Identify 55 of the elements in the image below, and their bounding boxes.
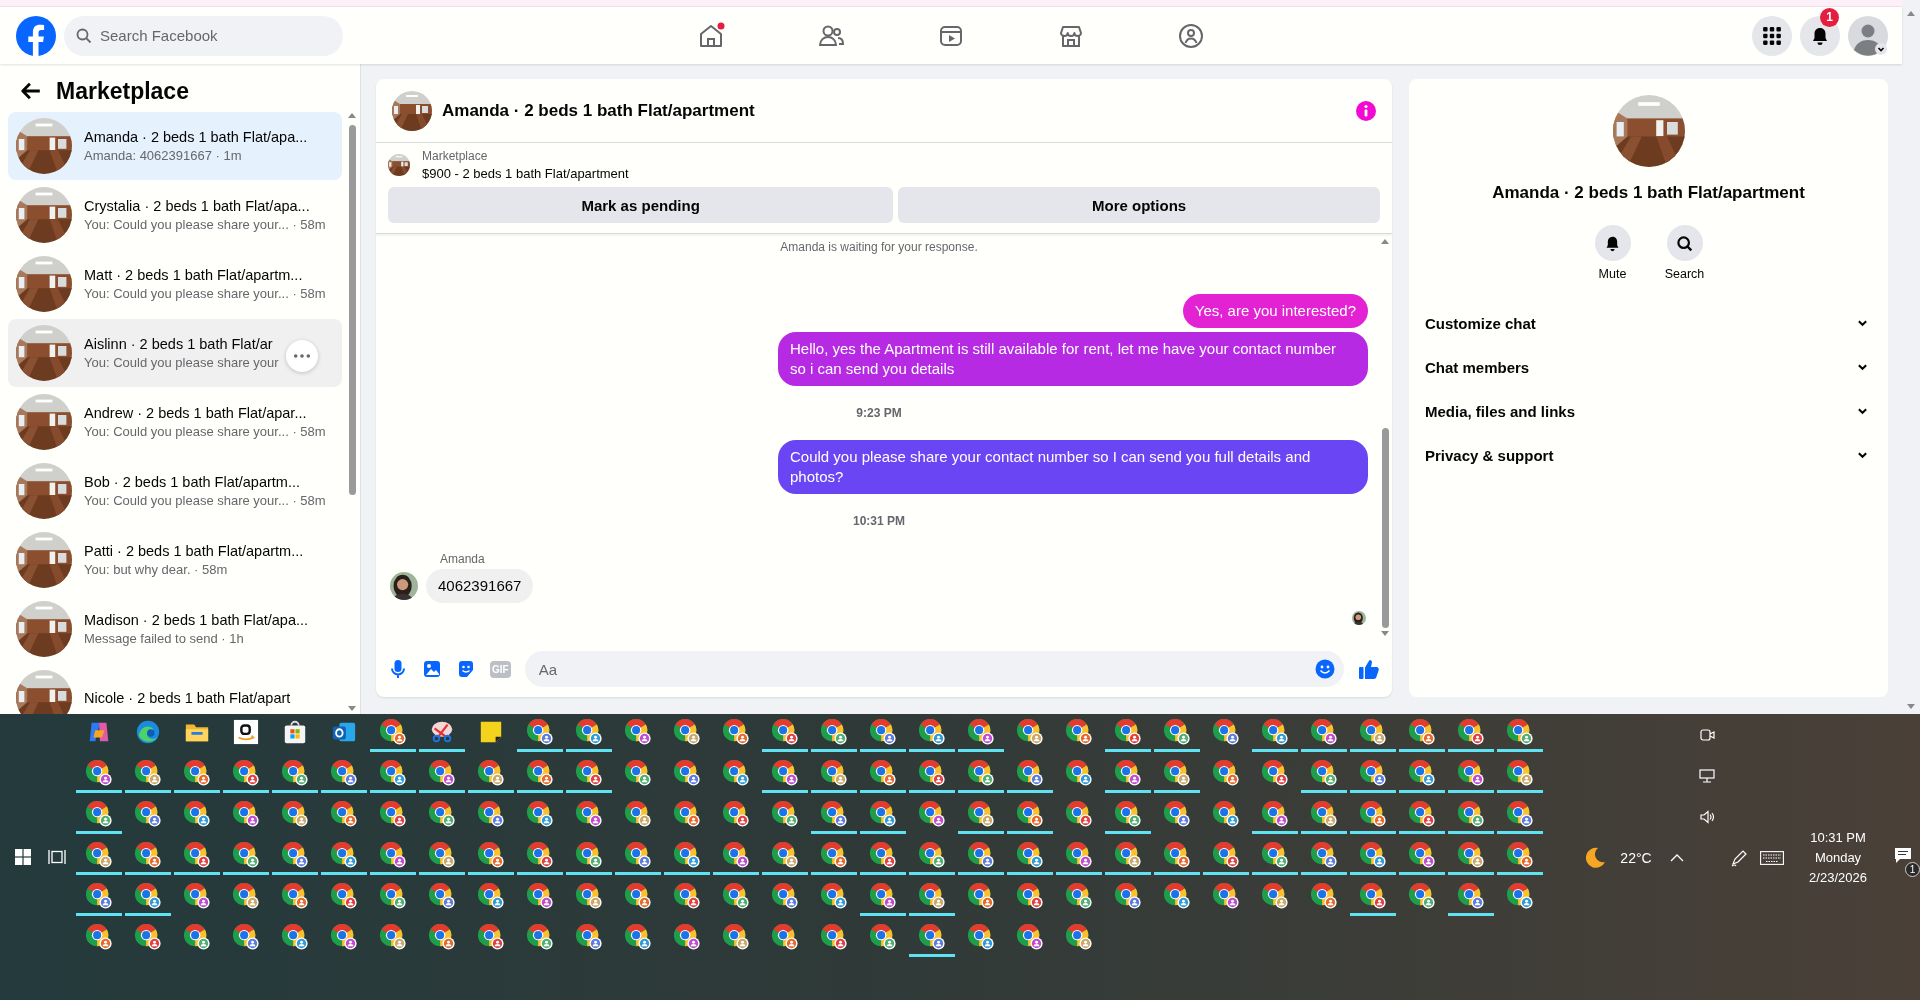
received-message: 4062391667 [426, 569, 534, 603]
conversation-item[interactable]: Amanda · 2 beds 1 bath Flat/apa... Amanda: 4062391667 · 1m [8, 112, 342, 180]
section-row[interactable]: Privacy & support [1409, 433, 1888, 477]
page-title: Marketplace [56, 77, 189, 105]
clock-date: 2/23/2026 [1809, 870, 1867, 885]
status-note: Amanda is waiting for your response. [779, 240, 979, 254]
weather-temperature[interactable]: 22°C [1620, 849, 1652, 866]
conversation-title: Bob · 2 beds 1 bath Flat/apartm... [84, 474, 301, 490]
conversation-item[interactable]: Bob · 2 beds 1 bath Flat/apartm... You: Could you please share your... · 58m [8, 457, 342, 525]
conversation-item[interactable]: Patti · 2 beds 1 bath Flat/apartm... You: but why dear. · 58m [8, 526, 342, 594]
timestamp: 9:23 PM [855, 406, 903, 420]
conversation-item[interactable]: Andrew · 2 beds 1 bath Flat/apar... You: Could you please share your... · 58m [8, 388, 342, 456]
conversation-preview: You: Could you please share your... · 58m [84, 286, 326, 301]
conversation-title: Amanda · 2 beds 1 bath Flat/apa... [84, 129, 308, 145]
action-button[interactable]: Mark as pending [388, 187, 894, 223]
section-row[interactable]: Customize chat [1409, 301, 1888, 345]
sent-message: Yes, are you interested? [1182, 294, 1368, 328]
action-button[interactable]: More options [898, 187, 1380, 223]
conversation-title: Patti · 2 beds 1 bath Flat/apartm... [84, 543, 304, 559]
action-label: Search [1664, 267, 1705, 281]
clock-time: 10:31 PM [1810, 830, 1866, 845]
notification-count: 1 [1905, 861, 1920, 877]
timestamp: 10:31 PM [852, 514, 906, 528]
search-field[interactable]: Search Facebook [64, 15, 343, 56]
conversation-item[interactable]: Aislinn · 2 beds 1 bath Flat/ar You: Could you please share your [8, 319, 342, 387]
conversation-item[interactable]: Crystalia · 2 beds 1 bath Flat/apa... You: Could you please share your... · 58m [8, 181, 342, 249]
conversation-preview: You: Could you please share your... · 58m [84, 217, 326, 232]
chat-name: Amanda · 2 beds 1 bath Flat/apartment [1492, 183, 1805, 203]
conversation-preview: You: Could you please share your... · 58m [84, 493, 326, 508]
conversation-preview: Message failed to send · 1h [84, 631, 245, 646]
listing-label: Marketplace [422, 149, 489, 163]
conversation-title: Andrew · 2 beds 1 bath Flat/apar... [84, 405, 308, 421]
conversation-item[interactable]: Madison · 2 beds 1 bath Flat/apa... Message failed to send · 1h [8, 595, 342, 663]
section-row[interactable]: Media, files and links [1409, 389, 1888, 433]
notification-badge: 1 [1820, 7, 1839, 27]
conversation-preview: You: Could you please share your... · 58m [84, 424, 326, 439]
clock[interactable]: 10:31 PM Monday 2/23/2026 [1809, 830, 1867, 885]
conversation-preview: You: but why dear. · 58m [84, 562, 229, 577]
conversation-title: Aislinn · 2 beds 1 bath Flat/ar [84, 336, 274, 352]
listing-title: $900 - 2 beds 1 bath Flat/apartment [422, 166, 629, 181]
section-row[interactable]: Chat members [1409, 345, 1888, 389]
conversation-preview: You: Could you please share your [84, 355, 279, 370]
chat-title: Amanda · 2 beds 1 bath Flat/apartment [442, 100, 756, 121]
sender-name: Amanda [440, 552, 486, 566]
conversation-title: Crystalia · 2 beds 1 bath Flat/apa... [84, 198, 311, 214]
sent-message: Hello, yes the Apartment is still available for rent, let me have your contact number so i can send you details [778, 332, 1368, 386]
conversation-item[interactable]: Matt · 2 beds 1 bath Flat/apartm... You: Could you please share your... · 58m [8, 250, 342, 318]
clock-day: Monday [1814, 850, 1862, 865]
conversation-title: Matt · 2 beds 1 bath Flat/apartm... [84, 267, 304, 283]
conversation-title: Madison · 2 beds 1 bath Flat/apa... [84, 612, 309, 628]
conversation-preview: Amanda: 4062391667 · 1m [84, 148, 243, 163]
sent-message: Could you please share your contact number so I can send you full details and photos? [778, 440, 1368, 494]
message-field[interactable]: Aa [524, 651, 1344, 687]
action-label: Mute [1598, 267, 1627, 281]
conversation-title: Nicole · 2 beds 1 bath Flat/apart [84, 690, 291, 706]
